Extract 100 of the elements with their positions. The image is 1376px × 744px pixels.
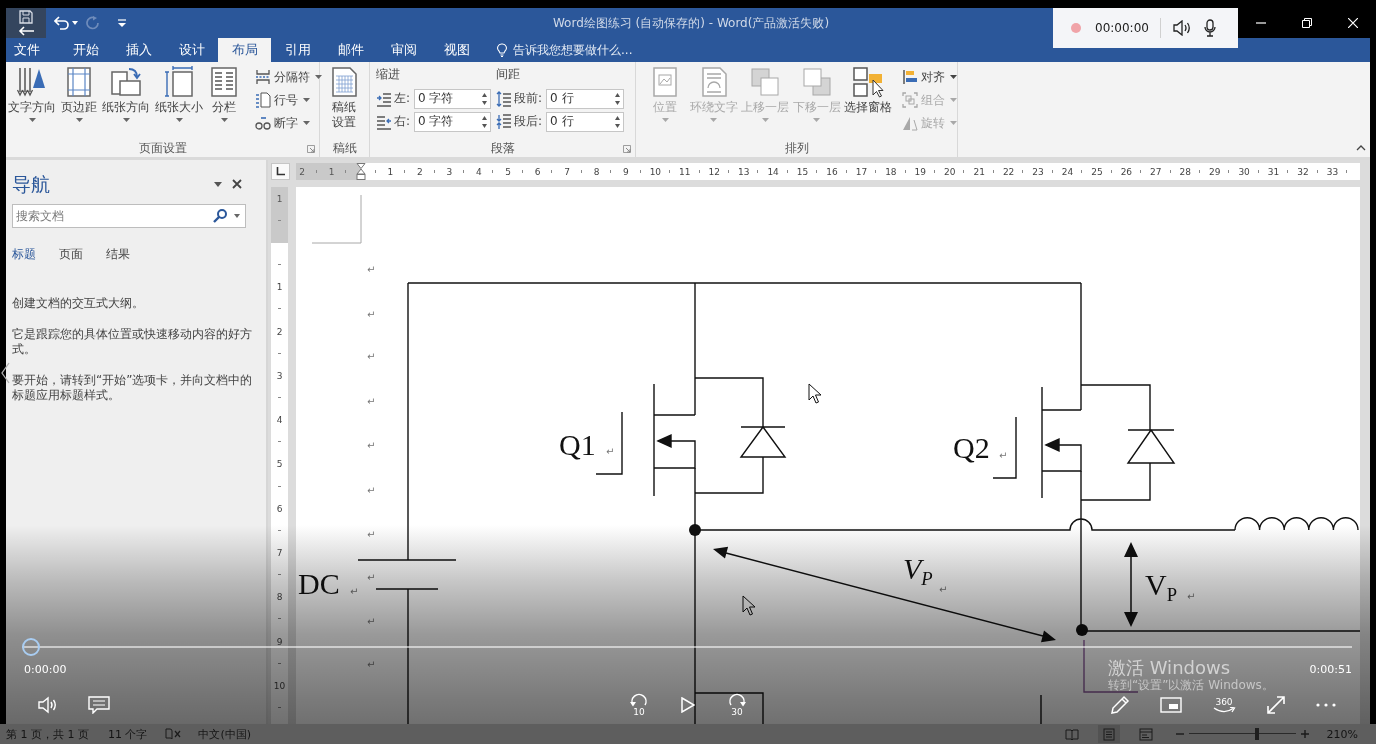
open-book-icon	[1064, 727, 1079, 741]
back-arrow-icon	[18, 26, 34, 36]
ribbon-tab[interactable]: 插入	[112, 38, 165, 62]
ruler-number: 5	[505, 166, 512, 177]
mini-player-button[interactable]	[1160, 696, 1182, 714]
fullscreen-button[interactable]	[1266, 695, 1286, 715]
ruler-number: 7	[564, 166, 570, 177]
pointer-cursor-icon	[808, 383, 822, 404]
pane-tab[interactable]: 结果	[106, 246, 130, 262]
field-label: 段前:	[514, 90, 543, 107]
ruler-number: 10	[273, 680, 286, 691]
group-frame-icon	[902, 92, 918, 108]
view-button[interactable]	[1097, 725, 1120, 743]
microphone-button[interactable]	[1203, 19, 1216, 37]
dialog-launcher-icon[interactable]	[307, 144, 315, 153]
undo-arrow-icon	[54, 16, 70, 30]
ribbon-tab[interactable]: 审阅	[377, 38, 430, 62]
ribbon-tab[interactable]: 开始	[59, 38, 112, 62]
ribbon-tab[interactable]: 设计	[165, 38, 218, 62]
ruler-number: 19	[914, 166, 927, 177]
captions-button[interactable]	[88, 696, 110, 714]
tab-selector-button[interactable]	[271, 163, 290, 180]
ruler-number: 27	[1150, 166, 1162, 177]
ribbon-button[interactable]: 文字方向	[6, 66, 58, 140]
skip-back-button[interactable]: 10	[629, 693, 649, 717]
pane-tab[interactable]: 标题	[12, 246, 36, 262]
indent-left-icon	[376, 90, 392, 107]
tab-stop-icon	[276, 167, 285, 176]
ribbon-button[interactable]: 纸张大小	[153, 66, 205, 140]
indent-marker-icon[interactable]	[356, 163, 366, 180]
ruler-number: 8	[593, 166, 600, 177]
ruler-number: 9	[623, 166, 629, 177]
expand-icon	[1266, 695, 1286, 715]
skip-forward-button[interactable]: 30	[727, 693, 747, 717]
ribbon-tab[interactable]: 文件	[6, 38, 59, 62]
search-icon[interactable]	[213, 209, 227, 223]
ribbon-menu-button[interactable]: 行号	[255, 89, 322, 111]
play-button[interactable]	[681, 697, 695, 713]
ribbon-tab[interactable]: 邮件	[324, 38, 377, 62]
group-label: 稿纸	[332, 140, 357, 157]
spin-field[interactable]: 0 字符	[414, 88, 492, 109]
caret-icon[interactable]	[234, 214, 240, 218]
pen-button[interactable]	[1110, 695, 1130, 715]
undo-button[interactable]	[54, 14, 78, 32]
volume-button[interactable]	[38, 695, 58, 715]
chevron-left-icon[interactable]	[1, 362, 10, 384]
plus-icon[interactable]	[1300, 730, 1309, 738]
junction-dot	[1076, 624, 1088, 636]
proofing-icon[interactable]	[165, 728, 182, 740]
ribbon-menu-button[interactable]: 断字	[255, 112, 322, 134]
ruler-number: 8	[276, 592, 283, 603]
ruler-number: 28	[1179, 166, 1191, 177]
spinner-arrows-icon[interactable]	[614, 114, 622, 129]
ribbon-tab[interactable]: 视图	[430, 38, 483, 62]
ribbon-button[interactable]: 纸张方向	[100, 66, 152, 140]
wire-line	[1040, 694, 1042, 724]
ruler-number: 1	[328, 166, 335, 177]
ribbon-button[interactable]: 稿纸设置	[326, 66, 362, 140]
speaker-button[interactable]	[1172, 20, 1191, 36]
ruler-number: 6	[276, 503, 283, 514]
paragraph-mark: ↵	[367, 309, 376, 321]
progress-thumb[interactable]	[22, 638, 40, 656]
vr-view-button[interactable]: 360	[1212, 696, 1236, 714]
mini-player-icon	[1160, 696, 1182, 714]
dialog-launcher-icon[interactable]	[623, 144, 631, 153]
ribbon-menu-button[interactable]: 对齐	[902, 66, 957, 88]
group-label: 页面设置	[138, 140, 187, 157]
spinner-arrows-icon[interactable]	[614, 91, 622, 106]
ribbon-tab[interactable]: 布局	[218, 38, 271, 62]
customize-caret-icon	[118, 19, 126, 27]
ribbon-menu-button[interactable]: 分隔符	[255, 66, 322, 88]
caret-icon[interactable]	[214, 181, 222, 187]
counterclockwise-arrow-icon	[629, 693, 649, 707]
ribbon-button[interactable]: 选择窗格	[843, 66, 893, 140]
slider-thumb[interactable]	[1255, 728, 1259, 740]
browser-page-icon	[1138, 727, 1153, 741]
paragraph-mark: ↵	[367, 659, 376, 671]
paragraph-mark: ↵	[350, 586, 359, 598]
pane-tab[interactable]: 页面	[59, 246, 83, 262]
ribbon-tab[interactable]: 引用	[271, 38, 324, 62]
spin-field[interactable]: 0 行	[546, 88, 625, 109]
tell-me-field[interactable]: 告诉我您想要做什么...	[513, 43, 645, 57]
spin-field[interactable]: 0 字符	[414, 111, 492, 132]
align-bars-icon	[902, 69, 918, 85]
spin-field[interactable]: 0 行	[546, 111, 625, 132]
paragraph-mark: ↵	[367, 572, 376, 584]
ruler-number: 4	[276, 415, 283, 426]
circuit-label: DC	[298, 567, 340, 601]
back-button[interactable]	[6, 8, 46, 38]
help-text: 它是跟踪您的具体位置或快速移动内容的好方式。	[12, 327, 253, 357]
search-field[interactable]: 搜索文档	[12, 204, 246, 228]
paragraph-mark: ↵	[939, 584, 948, 596]
ribbon-button[interactable]: 分栏	[206, 66, 242, 140]
spinner-arrows-icon[interactable]	[481, 91, 489, 106]
ribbon-button[interactable]: 页边距	[59, 66, 99, 140]
more-button[interactable]	[1316, 703, 1336, 707]
close-icon[interactable]	[232, 179, 242, 189]
stacked-squares-icon	[749, 66, 782, 98]
spinner-arrows-icon[interactable]	[481, 114, 489, 129]
collapse-caret-icon[interactable]	[1356, 145, 1366, 151]
